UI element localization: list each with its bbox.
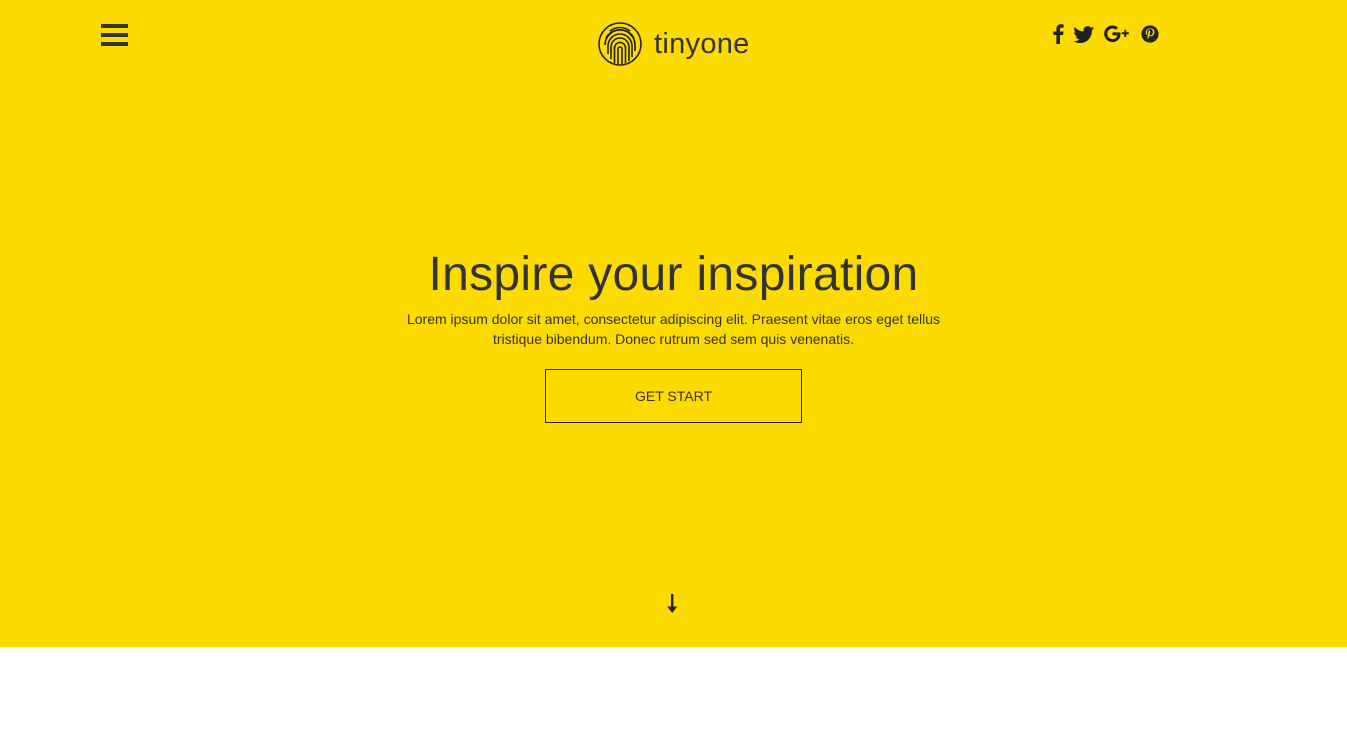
arrow-down-icon: [667, 594, 678, 613]
hero-description: Lorem ipsum dolor sit amet, consectetur …: [406, 311, 941, 347]
hero-section: tinyone Inspire your inspiration Lorem i…: [0, 0, 1347, 647]
brand-name: tinyone: [654, 28, 750, 60]
scroll-down-button[interactable]: [664, 591, 680, 617]
hamburger-icon-bar: [101, 24, 128, 28]
pinterest-icon: [1141, 25, 1159, 43]
twitter-link[interactable]: [1074, 22, 1094, 46]
hero-content: Inspire your inspiration Lorem ipsum dol…: [0, 245, 1347, 423]
pinterest-link[interactable]: [1141, 22, 1159, 46]
brand-logo-link[interactable]: tinyone: [597, 21, 750, 67]
hero-title: Inspire your inspiration: [428, 248, 919, 301]
google-plus-link[interactable]: [1104, 22, 1131, 46]
fingerprint-icon: [598, 22, 642, 66]
hamburger-icon-bar: [101, 33, 128, 37]
facebook-link[interactable]: [1052, 22, 1064, 46]
twitter-icon: [1074, 25, 1094, 43]
hamburger-icon-bar: [101, 42, 128, 46]
content-section: [0, 647, 1347, 749]
google-plus-icon: [1104, 25, 1129, 43]
menu-button[interactable]: [101, 24, 129, 48]
facebook-icon: [1053, 24, 1064, 44]
get-start-button[interactable]: GET START: [545, 369, 802, 423]
social-links: [1052, 22, 1169, 46]
